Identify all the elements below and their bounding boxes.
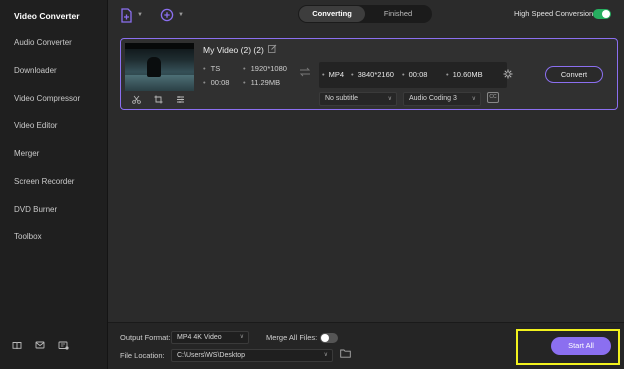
mail-icon[interactable] [34,340,46,350]
convert-arrow-icon [299,67,311,79]
subtitle-value: No subtitle [325,95,359,102]
chevron-down-icon: ▼ [178,12,184,18]
trim-icon[interactable] [131,94,141,104]
file-location-value: C:\Users\WS\Desktop [177,352,246,359]
sidebar-item-dvd-burner[interactable]: DVD Burner [0,196,107,224]
file-location-dropdown[interactable]: C:\Users\WS\Desktop ∨ [171,349,333,362]
book-icon[interactable] [11,340,23,350]
file-title: My Video (2) (2) [203,45,264,55]
sidebar-item-downloader[interactable]: Downloader [0,57,107,85]
tab-finished[interactable]: Finished [365,6,431,22]
chevron-down-icon: ∨ [239,334,244,340]
source-format: • TS [203,64,221,73]
chevron-down-icon: ∨ [323,352,328,358]
sidebar-item-video-editor[interactable]: Video Editor [0,112,107,140]
file-location-label: File Location: [120,351,165,360]
folder-icon[interactable] [340,349,351,360]
subtitle-dropdown[interactable]: No subtitle ∨ [319,92,397,106]
file-card[interactable]: My Video (2) (2) • TS • 1920*1080 • 00:08 •… [120,38,618,110]
start-all-button[interactable]: Start All [551,337,611,355]
sidebar: Video Converter Audio Converter Download… [0,0,108,369]
toolbar: ▼ ▼ Converting Finished High Speed Conve… [108,0,624,30]
video-thumbnail[interactable] [125,43,194,91]
source-resolution: • 1920*1080 [243,64,287,73]
gear-icon[interactable] [503,69,513,81]
add-media-icon [160,8,174,22]
effects-icon[interactable] [175,94,185,104]
footer: Output Format: MP4 4K Video ∨ Merge All … [108,322,624,369]
chevron-down-icon: ▼ [137,12,143,18]
high-speed-toggle[interactable] [593,9,611,19]
source-duration: • 00:08 [203,78,230,87]
sidebar-item-toolbox[interactable]: Toolbox [0,223,107,251]
convert-button[interactable]: Convert [545,66,603,83]
sidebar-item-merger[interactable]: Merger [0,140,107,168]
add-file-icon [121,7,132,23]
add-media-button[interactable]: ▼ [160,6,184,24]
sidebar-item-audio-converter[interactable]: Audio Converter [0,29,107,57]
sidebar-item-video-converter[interactable]: Video Converter [0,2,107,30]
output-format: • MP4 [322,70,345,79]
status-tabs: Converting Finished [298,5,432,23]
output-format-label: Output Format: [120,333,171,342]
output-duration: • 00:08 [402,70,428,79]
main-panel: ▼ ▼ Converting Finished High Speed Conve… [108,0,624,369]
edit-tools [131,94,185,104]
sidebar-item-screen-recorder[interactable]: Screen Recorder [0,168,107,196]
output-settings[interactable]: • MP4 • 3840*2160 • 00:08 • 10.60MB [319,62,513,88]
add-files-button[interactable]: ▼ [120,6,143,24]
sidebar-item-video-compressor[interactable]: Video Compressor [0,85,107,113]
audio-value: Audio Coding 3 [409,95,457,102]
crop-icon[interactable] [153,94,163,104]
feedback-icon[interactable] [57,340,69,350]
subtitle-icon[interactable]: CC [487,92,499,103]
merge-label: Merge All Files: [266,333,318,342]
rename-icon[interactable] [268,44,277,55]
output-resolution: • 3840*2160 [351,70,394,79]
tab-converting[interactable]: Converting [299,6,365,22]
source-size: • 11.29MB [243,78,281,87]
audio-dropdown[interactable]: Audio Coding 3 ∨ [403,92,481,106]
output-format-dropdown[interactable]: MP4 4K Video ∨ [171,331,249,344]
output-size: • 10.60MB [446,70,483,79]
chevron-down-icon: ∨ [387,96,392,102]
merge-toggle[interactable] [320,333,338,343]
chevron-down-icon: ∨ [471,96,476,102]
high-speed-label: High Speed Conversion [514,9,594,18]
output-format-value: MP4 4K Video [177,334,222,341]
